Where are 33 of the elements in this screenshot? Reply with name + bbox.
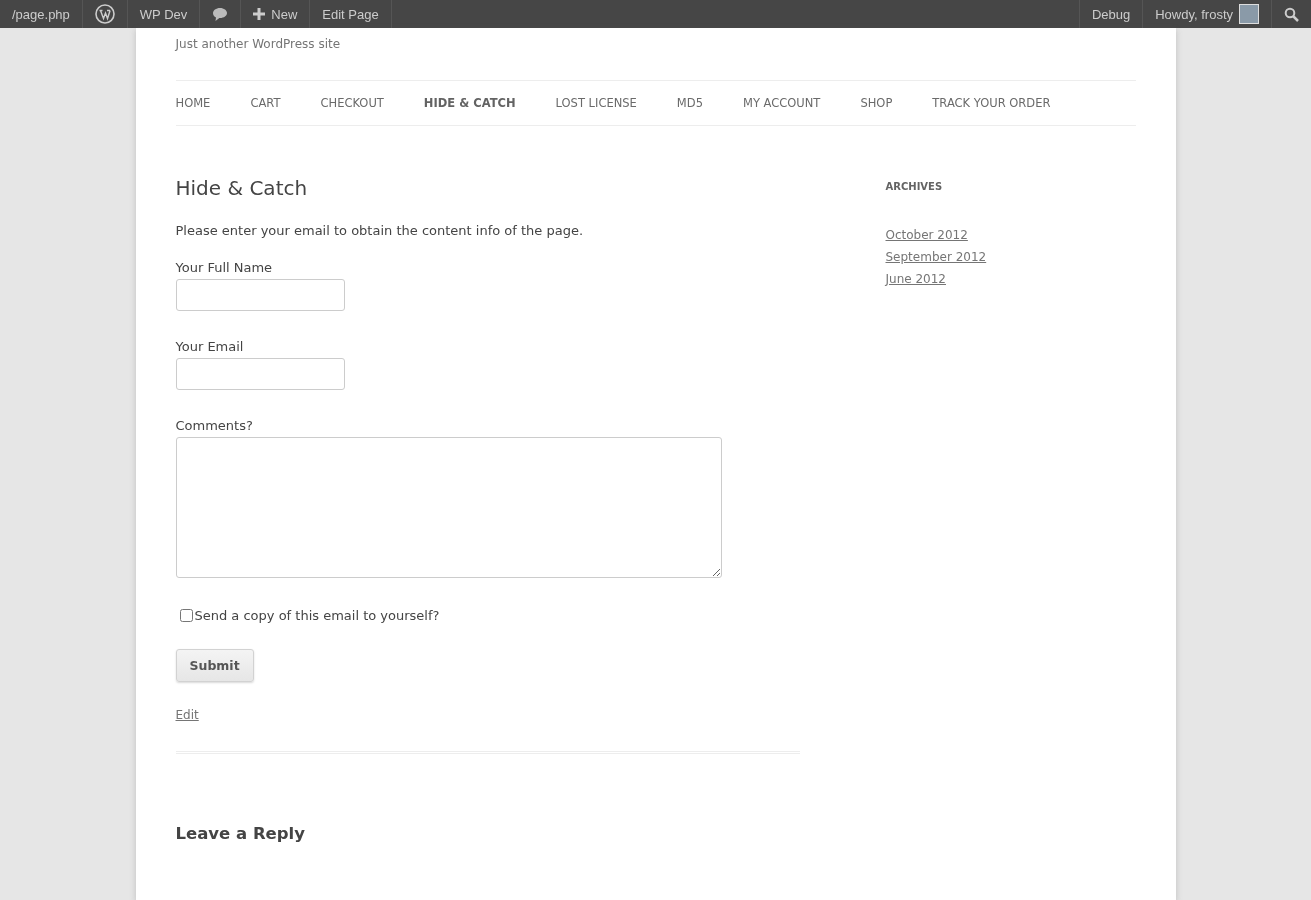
nav-link[interactable]: HIDE & CATCH bbox=[423, 96, 516, 110]
speech-bubble-icon bbox=[212, 6, 229, 22]
account-menu[interactable]: Howdy, frosty bbox=[1142, 0, 1271, 28]
nav-link[interactable]: MD5 bbox=[676, 96, 703, 110]
search-icon bbox=[1284, 6, 1299, 22]
nav-link[interactable]: SHOP bbox=[860, 96, 893, 110]
field-label: Your Full Name bbox=[175, 260, 273, 275]
reply-heading: Leave a Reply bbox=[175, 824, 307, 843]
plus-icon bbox=[253, 8, 266, 20]
field-label: Your Email bbox=[175, 339, 244, 354]
avatar-placeholder bbox=[1239, 4, 1259, 24]
copy-checkbox[interactable] bbox=[179, 609, 193, 622]
input-field[interactable] bbox=[175, 358, 345, 390]
checkbox-label: Send a copy of this email to yourself? bbox=[194, 608, 440, 623]
wordpress-logo-icon bbox=[94, 4, 115, 24]
archive-link[interactable]: September 2012 bbox=[885, 250, 987, 264]
input-field[interactable] bbox=[175, 279, 345, 311]
archive-link[interactable]: June 2012 bbox=[885, 272, 946, 286]
page-title: Hide & Catch bbox=[175, 176, 309, 200]
nav-link[interactable]: HOME bbox=[175, 96, 211, 110]
nav-link[interactable]: TRACK YOUR ORDER bbox=[932, 96, 1051, 110]
site-tagline: Just another WordPress site bbox=[175, 36, 342, 53]
nav-link[interactable]: MY ACCOUNT bbox=[742, 96, 821, 110]
nav-link[interactable]: CHECKOUT bbox=[320, 96, 384, 110]
submit-button[interactable]: Submit bbox=[175, 649, 254, 682]
intro-text: Please enter your email to obtain the content info of the page. bbox=[175, 223, 585, 238]
field-label: Comments? bbox=[175, 418, 253, 433]
archive-link[interactable]: October 2012 bbox=[885, 228, 968, 242]
nav-link[interactable]: LOST LICENSE bbox=[555, 96, 637, 110]
nav-link[interactable]: CART bbox=[250, 96, 281, 110]
edit-link[interactable]: Edit bbox=[175, 708, 199, 722]
widget-title: ARCHIVES bbox=[885, 181, 943, 192]
admin-bar-link[interactable]: /page.php bbox=[0, 0, 83, 28]
